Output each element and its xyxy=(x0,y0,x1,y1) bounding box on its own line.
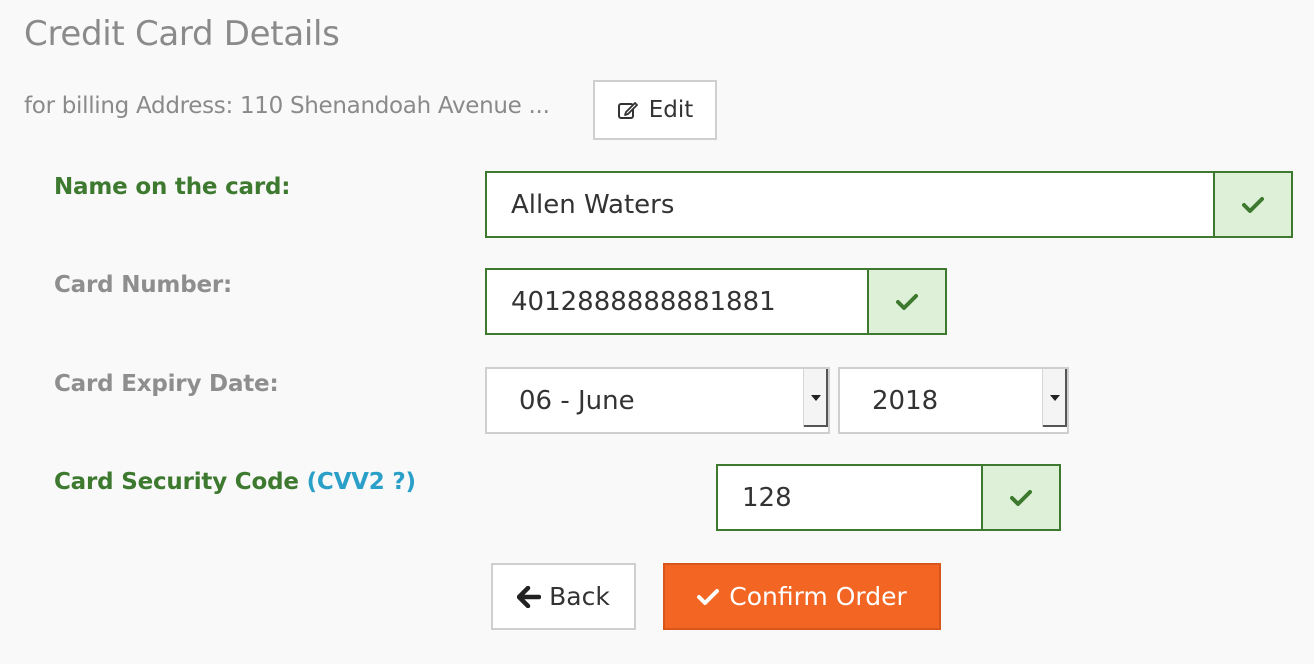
page-title: Credit Card Details xyxy=(24,14,340,54)
name-on-card-label: Name on the card: xyxy=(54,174,291,200)
card-expiry-label: Card Expiry Date: xyxy=(54,371,279,397)
check-icon xyxy=(697,588,720,605)
confirm-order-label: Confirm Order xyxy=(729,582,907,611)
name-on-card-group: Allen Waters xyxy=(485,171,1293,238)
caret-down-icon[interactable] xyxy=(1042,369,1067,427)
card-number-label: Card Number: xyxy=(54,272,233,298)
name-valid-addon xyxy=(1213,173,1291,236)
name-on-card-input[interactable]: Allen Waters xyxy=(487,173,1213,236)
expiry-year-select[interactable]: 2018 xyxy=(838,367,1069,434)
expiry-year-value: 2018 xyxy=(872,385,939,416)
cvv-label: Card Security Code xyxy=(54,469,299,495)
cvv-valid-addon xyxy=(981,466,1059,529)
arrow-left-icon xyxy=(517,585,542,608)
check-icon xyxy=(1242,196,1264,213)
check-icon xyxy=(896,293,918,310)
edit-icon xyxy=(617,102,638,119)
card-number-input[interactable]: 4012888888881881 xyxy=(487,270,867,333)
expiry-month-select[interactable]: 06 - June xyxy=(485,367,830,434)
caret-down-icon[interactable] xyxy=(803,369,828,427)
confirm-order-button[interactable]: Confirm Order xyxy=(663,563,941,630)
back-button-label: Back xyxy=(549,582,610,611)
cvv-label-row: Card Security Code (CVV2 ?) xyxy=(54,469,416,495)
edit-button[interactable]: Edit xyxy=(593,80,717,140)
cvv-group: 128 xyxy=(716,464,1061,531)
cvv-input[interactable]: 128 xyxy=(718,466,981,529)
edit-button-label: Edit xyxy=(648,97,694,123)
card-number-valid-addon xyxy=(867,270,945,333)
cvv-help-link[interactable]: (CVV2 ?) xyxy=(307,469,416,495)
expiry-month-value: 06 - June xyxy=(519,385,635,416)
card-number-group: 4012888888881881 xyxy=(485,268,947,335)
check-icon xyxy=(1010,489,1032,506)
billing-address-text: for billing Address: 110 Shenandoah Aven… xyxy=(24,93,550,119)
back-button[interactable]: Back xyxy=(491,563,636,630)
